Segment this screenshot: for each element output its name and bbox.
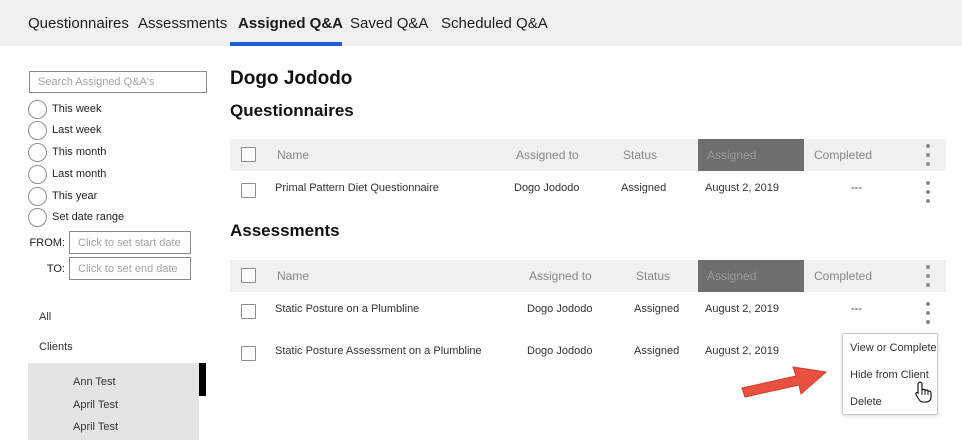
questionnaires-section-title: Questionnaires [230,101,354,120]
filter-this-year[interactable]: This year [28,186,97,206]
from-label: FROM: [29,237,65,249]
column-header-assigned-to[interactable]: Assigned to [529,269,592,283]
tab-saved-qa[interactable]: Saved Q&A [350,15,428,32]
row-checkbox[interactable] [241,346,256,361]
tab-assessments[interactable]: Assessments [138,15,227,32]
radio-button[interactable] [28,120,47,140]
row-name[interactable]: Static Posture on a Plumbline [275,303,419,315]
to-label: TO: [46,263,65,275]
tab-questionnaires[interactable]: Questionnaires [28,15,129,32]
row-completed: --- [851,182,862,194]
column-header-completed[interactable]: Completed [814,148,872,162]
menu-item-hide-from-client[interactable]: Hide from Client [850,369,929,381]
filter-last-week[interactable]: Last week [28,120,102,140]
client-name-title: Dogo Jododo [230,68,353,89]
active-tab-indicator [230,42,342,46]
filter-label: This year [52,190,98,202]
row-checkbox[interactable] [241,304,256,319]
top-tab-bar: Questionnaires Assessments Assigned Q&A … [0,0,962,46]
row-assigned-to: Dogo Jododo [514,182,580,194]
filter-this-week[interactable]: This week [28,99,102,119]
filter-label: This week [52,103,102,115]
row-assigned-date: August 2, 2019 [705,345,780,357]
row-assigned-date: August 2, 2019 [705,182,780,194]
hand-pointer-icon [915,381,932,403]
column-header-name[interactable]: Name [277,269,309,283]
client-item[interactable]: Ann Test [73,376,116,388]
client-list-scrollbar[interactable] [199,363,206,396]
questionnaires-header-more-icon[interactable] [923,144,933,166]
column-header-assigned[interactable]: Assigned [707,269,756,283]
client-item[interactable]: April Test [73,399,118,411]
row-name[interactable]: Static Posture Assessment on a Plumbline [275,345,482,357]
assessments-section-title: Assessments [230,221,340,240]
column-header-assigned-to[interactable]: Assigned to [516,148,579,162]
row-name[interactable]: Primal Pattern Diet Questionnaire [275,182,439,194]
row-assigned-to: Dogo Jododo [527,303,593,315]
row-assigned-to: Dogo Jododo [527,345,593,357]
row-completed: --- [851,303,862,315]
tab-assigned-qa[interactable]: Assigned Q&A [238,15,343,32]
row-status: Assigned [634,303,680,315]
search-input[interactable] [29,71,207,93]
row-checkbox[interactable] [241,183,256,198]
filter-label: Set date range [52,211,125,223]
row-assigned-date: August 2, 2019 [705,303,780,315]
filter-label: This month [52,146,107,158]
radio-button[interactable] [28,207,47,227]
column-header-status[interactable]: Status [636,269,670,283]
start-date-input[interactable] [69,231,191,254]
end-date-input[interactable] [69,257,191,280]
filter-this-month[interactable]: This month [28,142,106,162]
annotation-arrow-icon [741,366,828,398]
column-header-status[interactable]: Status [623,148,657,162]
filter-label: Last month [52,168,107,180]
row-more-icon[interactable] [923,181,933,203]
row-more-icon[interactable] [923,302,933,324]
tab-scheduled-qa[interactable]: Scheduled Q&A [441,15,548,32]
radio-button[interactable] [28,99,47,119]
column-header-assigned[interactable]: Assigned [707,148,756,162]
assessments-header-more-icon[interactable] [923,265,933,287]
filter-all[interactable]: All [39,311,51,323]
select-all-questionnaires-checkbox[interactable] [241,147,256,162]
menu-item-view-or-complete[interactable]: View or Complete [850,342,937,354]
radio-button[interactable] [28,186,47,206]
column-header-completed[interactable]: Completed [814,269,872,283]
filter-last-month[interactable]: Last month [28,164,106,184]
filter-label: Last week [52,124,102,136]
client-item[interactable]: April Test [73,421,118,433]
select-all-assessments-checkbox[interactable] [241,268,256,283]
menu-item-delete[interactable]: Delete [850,396,882,408]
row-status: Assigned [634,345,680,357]
radio-button[interactable] [28,164,47,184]
row-status: Assigned [621,182,667,194]
column-header-name[interactable]: Name [277,148,309,162]
filter-clients[interactable]: Clients [39,341,73,353]
filter-set-date-range[interactable]: Set date range [28,207,124,227]
radio-button[interactable] [28,142,47,162]
